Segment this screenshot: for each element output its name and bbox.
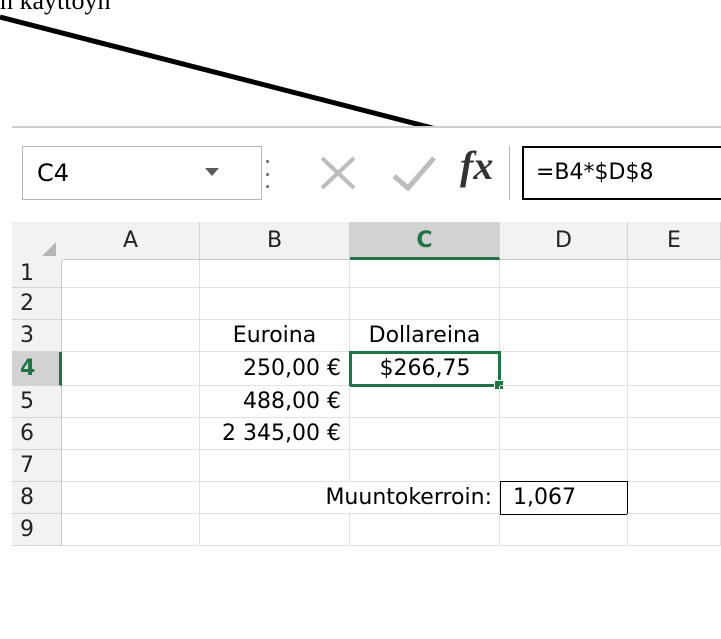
cell-a3[interactable]	[62, 320, 200, 352]
cell-a9[interactable]	[62, 514, 200, 546]
column-header-d[interactable]: D	[500, 222, 628, 260]
cell-c2[interactable]	[350, 288, 500, 320]
cell-e5[interactable]	[628, 386, 721, 418]
row-header-9[interactable]: 9	[12, 514, 62, 546]
row-header-2[interactable]: 2	[12, 288, 62, 320]
cell-a5[interactable]	[62, 386, 200, 418]
cell-d3[interactable]	[500, 320, 628, 352]
caption-text: n kayttoyh	[0, 0, 111, 15]
spreadsheet-window: C4 fx =B4*$D$8 A B C D E 1 2 3 4 5 6 7 8…	[12, 126, 721, 639]
cell-b5[interactable]: 488,00 €	[200, 386, 350, 418]
column-header-a[interactable]: A	[62, 222, 200, 260]
cell-d7[interactable]	[500, 450, 628, 482]
column-header-c[interactable]: C	[350, 222, 500, 260]
cell-c8-label: Muuntokerroin:	[325, 485, 492, 510]
cell-d9[interactable]	[500, 514, 628, 546]
cell-b7[interactable]	[200, 450, 350, 482]
select-all-icon	[42, 242, 56, 256]
cell-b1[interactable]	[200, 260, 350, 288]
cell-c9[interactable]	[350, 514, 500, 546]
cell-c5[interactable]	[350, 386, 500, 418]
chevron-down-icon[interactable]	[205, 168, 219, 176]
more-options-icon[interactable]	[264, 160, 270, 188]
cell-e2[interactable]	[628, 288, 721, 320]
row-header-5[interactable]: 5	[12, 386, 62, 418]
x-cancel-icon[interactable]	[308, 146, 368, 200]
cell-d4[interactable]	[500, 352, 628, 386]
cell-c4-active[interactable]: $266,75	[349, 351, 501, 387]
cell-a1[interactable]	[62, 260, 200, 288]
check-enter-icon[interactable]	[384, 146, 444, 200]
row-header-8[interactable]: 8	[12, 482, 62, 514]
cell-c3[interactable]: Dollareina	[350, 320, 500, 352]
cell-c1[interactable]	[350, 260, 500, 288]
cell-e3[interactable]	[628, 320, 721, 352]
cell-b2[interactable]	[200, 288, 350, 320]
cell-d1[interactable]	[500, 260, 628, 288]
divider	[509, 146, 510, 200]
row-header-1[interactable]: 1	[12, 260, 62, 288]
cell-e4[interactable]	[628, 352, 721, 386]
cell-c7[interactable]	[350, 450, 500, 482]
cell-e9[interactable]	[628, 514, 721, 546]
cell-e7[interactable]	[628, 450, 721, 482]
cell-a8[interactable]	[62, 482, 200, 514]
column-header-b[interactable]: B	[200, 222, 350, 260]
cell-a4[interactable]	[62, 352, 200, 386]
select-all-button[interactable]	[12, 222, 62, 261]
row-header-6[interactable]: 6	[12, 418, 62, 450]
cell-b6[interactable]: 2 345,00 €	[200, 418, 350, 450]
column-header-e[interactable]: E	[628, 222, 721, 260]
cell-c6[interactable]	[350, 418, 500, 450]
row-header-7[interactable]: 7	[12, 450, 62, 482]
name-box[interactable]: C4	[22, 146, 262, 200]
cell-a6[interactable]	[62, 418, 200, 450]
fx-icon[interactable]: fx	[460, 142, 493, 189]
cell-d5[interactable]	[500, 386, 628, 418]
cell-a2[interactable]	[62, 288, 200, 320]
cell-d2[interactable]	[500, 288, 628, 320]
row-header-3[interactable]: 3	[12, 320, 62, 352]
row-header-4[interactable]: 4	[12, 352, 62, 386]
formula-input[interactable]: =B4*$D$8	[522, 146, 721, 200]
cell-e8[interactable]	[628, 482, 721, 514]
cell-b4[interactable]: 250,00 €	[200, 352, 350, 386]
cell-d6[interactable]	[500, 418, 628, 450]
cell-b9[interactable]	[200, 514, 350, 546]
cell-e6[interactable]	[628, 418, 721, 450]
cell-e1[interactable]	[628, 260, 721, 288]
cell-b3[interactable]: Euroina	[200, 320, 350, 352]
cell-a7[interactable]	[62, 450, 200, 482]
formula-bar: C4 fx =B4*$D$8	[12, 126, 721, 224]
cell-d8[interactable]: 1,067	[500, 481, 628, 515]
